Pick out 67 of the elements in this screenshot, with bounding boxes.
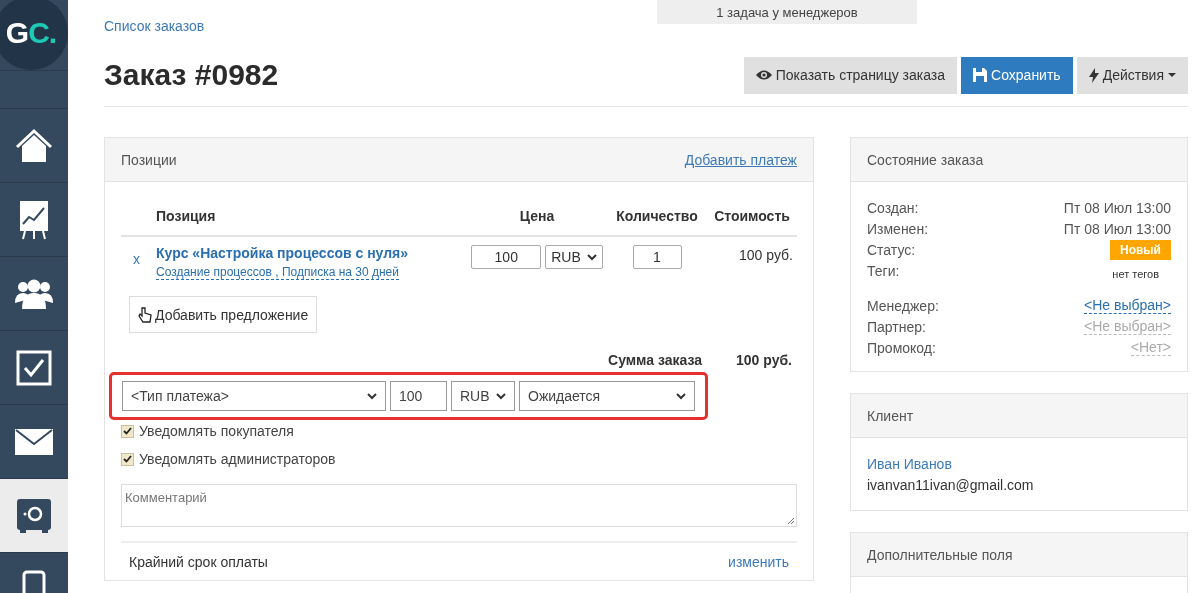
currency-select[interactable]: RUB bbox=[545, 245, 603, 269]
amount-field[interactable]: 100 bbox=[390, 381, 447, 411]
client-name-link[interactable]: Иван Иванов bbox=[867, 456, 1171, 472]
people-icon bbox=[15, 278, 53, 309]
save-button[interactable]: Сохранить bbox=[961, 56, 1073, 94]
field-value: Пт 08 Июл 13:00 bbox=[1063, 199, 1171, 216]
change-link[interactable]: изменить bbox=[728, 554, 789, 570]
column-header: Количество bbox=[607, 198, 707, 236]
client-email: ivanvan11ivan@gmail.com bbox=[867, 477, 1035, 493]
logo[interactable]: GC. bbox=[0, 0, 68, 70]
field-label: Промокод: bbox=[867, 339, 936, 356]
field-label: Изменен: bbox=[867, 220, 929, 237]
add-payment-link[interactable]: Добавить платеж bbox=[684, 151, 797, 168]
field-label: Теги: bbox=[867, 262, 900, 279]
safe-icon bbox=[16, 497, 52, 534]
page-title: Заказ #0982 bbox=[104, 58, 279, 92]
floppy-icon bbox=[973, 68, 988, 82]
field-label: Партнер: bbox=[867, 318, 926, 335]
checkbox-label: Уведомлять покупателя bbox=[139, 423, 294, 439]
cost-value: 100 руб. bbox=[739, 247, 793, 263]
deadline-label: Крайний срок оплаты bbox=[129, 554, 268, 570]
checkbox-icon bbox=[16, 349, 52, 386]
payment-type-select[interactable]: <Тип платежа> bbox=[122, 381, 386, 411]
show-page-button[interactable]: Показать страницу заказа bbox=[743, 56, 958, 94]
field-label: Статус: bbox=[867, 241, 916, 258]
caret-icon bbox=[676, 392, 686, 400]
field-value: Пт 08 Июл 13:00 bbox=[1063, 220, 1171, 237]
add-offer-button[interactable]: Добавить предложение bbox=[129, 296, 318, 333]
select-link[interactable]: <Не выбран> bbox=[1084, 297, 1171, 314]
task-notice[interactable]: 1 задача у менеджеров bbox=[657, 0, 917, 24]
panel-title: Состояние заказа bbox=[867, 151, 984, 168]
column-header: Позиция bbox=[152, 198, 467, 236]
status-badge: Новый bbox=[1110, 239, 1171, 260]
column-header: Цена bbox=[467, 198, 607, 236]
breadcrumb-link[interactable]: Список заказов bbox=[104, 18, 205, 34]
caret-icon bbox=[496, 392, 506, 400]
price-field[interactable]: 100 bbox=[471, 245, 542, 269]
checkbox[interactable] bbox=[121, 424, 134, 438]
eye-icon bbox=[755, 69, 772, 81]
hand-pointer-icon bbox=[138, 306, 152, 323]
sidebar-item[interactable] bbox=[0, 479, 68, 553]
column-header: Стоимость bbox=[707, 198, 797, 236]
quantity-field[interactable]: 1 bbox=[632, 245, 682, 269]
chart-icon bbox=[19, 199, 49, 240]
actions-dropdown[interactable]: Действия bbox=[1076, 56, 1188, 94]
checkbox[interactable] bbox=[121, 452, 134, 466]
offer-link[interactable]: Создание процессов , Подписка на 30 дней bbox=[156, 265, 399, 280]
home-icon bbox=[14, 127, 54, 164]
remove-link[interactable]: x bbox=[125, 245, 148, 267]
checkbox-label: Уведомлять администраторов bbox=[139, 451, 336, 467]
lightning-icon bbox=[1088, 67, 1099, 83]
resize-grip-icon[interactable] bbox=[787, 517, 794, 524]
panel-title: Дополнительные поля bbox=[867, 546, 1013, 563]
tags-value: нет тегов bbox=[1112, 267, 1159, 280]
total-label: Сумма заказа bbox=[608, 352, 703, 368]
currency-select[interactable]: RUB bbox=[451, 381, 515, 411]
field-label: Менеджер: bbox=[867, 297, 939, 314]
mail-icon bbox=[15, 428, 53, 455]
caret-icon bbox=[586, 253, 597, 261]
comment-field[interactable]: Комментарий bbox=[121, 484, 797, 527]
field-label: Создан: bbox=[867, 199, 919, 216]
caret-icon bbox=[367, 392, 377, 400]
payment-status-select[interactable]: Ожидается bbox=[519, 381, 695, 411]
product-link[interactable]: Курс «Настройка процессов с нуля» bbox=[156, 245, 409, 261]
total-value: 100 руб. bbox=[736, 352, 792, 368]
panel-title: Позиции bbox=[121, 151, 177, 168]
panel-title: Клиент bbox=[867, 407, 914, 424]
